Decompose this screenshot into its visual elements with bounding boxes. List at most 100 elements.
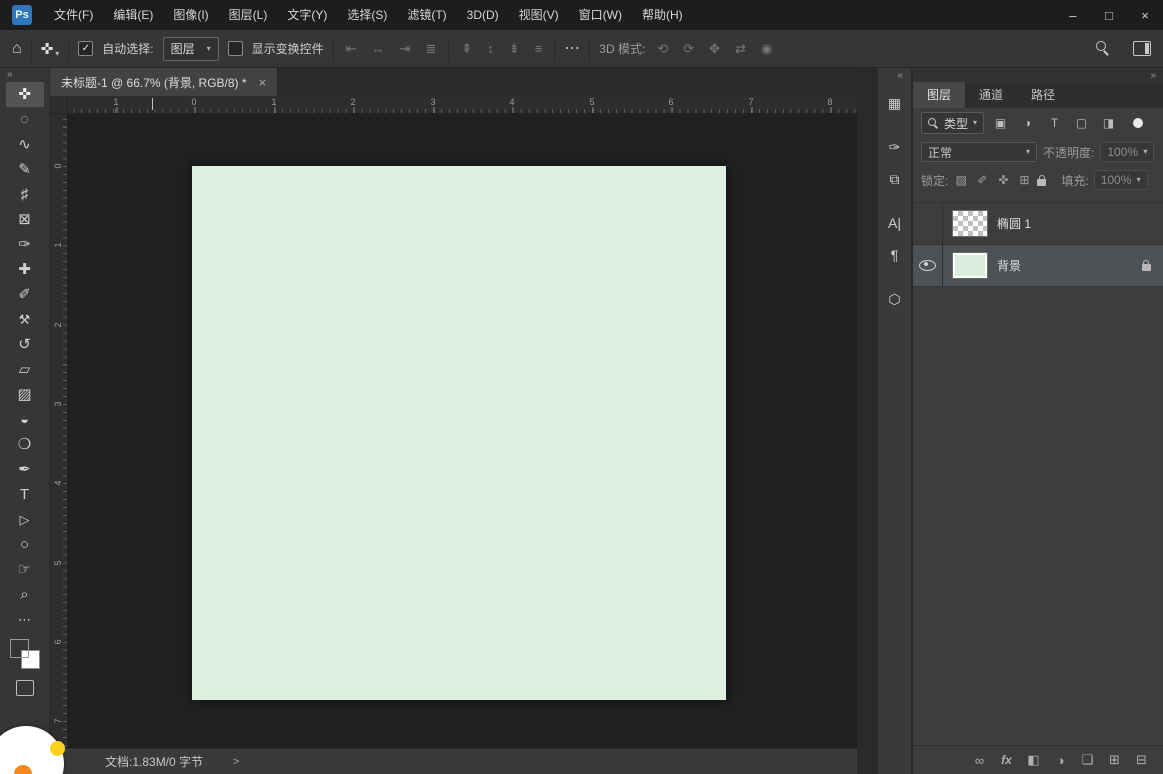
quick-mask-button[interactable]	[16, 680, 34, 696]
maximize-button[interactable]: □	[1091, 0, 1127, 30]
tool-zoom[interactable]: ⌕	[6, 582, 44, 607]
menu-select[interactable]: 选择(S)	[337, 0, 397, 30]
close-button[interactable]: ×	[1127, 0, 1163, 30]
toolbar-collapse-chevron[interactable]: »	[7, 69, 13, 80]
opacity-dropdown[interactable]: 100% ▾	[1100, 142, 1154, 162]
lock-all-icon[interactable]	[1037, 179, 1046, 186]
lock-transparency-icon[interactable]: ▨	[953, 173, 969, 187]
tab-close-icon[interactable]: ×	[259, 75, 267, 90]
tool-preset-picker[interactable]: ✜ ▾	[41, 40, 60, 58]
canvas[interactable]	[192, 166, 726, 700]
filter-smart-objects-icon[interactable]: ◨	[1098, 113, 1119, 133]
new-layer-button[interactable]: ⊞	[1103, 752, 1126, 768]
tool-marquee[interactable]: ◌	[6, 107, 44, 132]
tab-paths[interactable]: 路径	[1017, 82, 1069, 108]
expand-panels-chevron[interactable]: «	[897, 70, 903, 81]
mode3d-pan-icon[interactable]: ✥	[706, 41, 723, 57]
filter-toggle[interactable]	[1133, 118, 1143, 128]
add-mask-button[interactable]: ◧	[1022, 752, 1045, 768]
tool-dodge[interactable]: ❍	[6, 432, 44, 457]
align-h-centers-icon[interactable]: ↔	[369, 41, 388, 56]
tool-quick-selection[interactable]: ✎	[6, 157, 44, 182]
mode3d-camera-icon[interactable]: ◉	[758, 41, 775, 57]
mode3d-roll-icon[interactable]: ⟳	[680, 41, 697, 57]
more-options-icon[interactable]: ⋯	[564, 41, 580, 57]
mode3d-slide-icon[interactable]: ⇄	[732, 41, 749, 57]
show-transform-checkbox[interactable]	[228, 41, 243, 56]
filter-adjustment-layers-icon[interactable]: ◑	[1017, 113, 1038, 133]
foreground-color-swatch[interactable]	[10, 639, 29, 658]
tab-layers[interactable]: 图层	[913, 82, 965, 108]
menu-type[interactable]: 文字(Y)	[277, 0, 337, 30]
menu-view[interactable]: 视图(V)	[509, 0, 569, 30]
blend-mode-dropdown[interactable]: 正常 ▾	[921, 142, 1037, 162]
align-bottom-edges-icon[interactable]: ⇟	[506, 41, 523, 57]
tool-frame[interactable]: ⊠	[6, 207, 44, 232]
auto-select-dropdown[interactable]: 图层 ▾	[163, 37, 219, 61]
align-left-edges-icon[interactable]: ⇤	[343, 41, 360, 57]
layer-thumbnail[interactable]	[952, 252, 988, 279]
menu-layer[interactable]: 图层(L)	[219, 0, 278, 30]
tool-type[interactable]: T	[6, 482, 44, 507]
visibility-toggle[interactable]	[913, 203, 943, 244]
tool-eraser[interactable]: ▱	[6, 357, 44, 382]
menu-help[interactable]: 帮助(H)	[632, 0, 693, 30]
tool-pen[interactable]: ✒	[6, 457, 44, 482]
adjustment-layer-button[interactable]: ◑	[1049, 753, 1072, 768]
align-right-edges-icon[interactable]: ⇥	[397, 41, 414, 57]
auto-select-checkbox[interactable]: ✓	[78, 41, 93, 56]
horizontal-ruler[interactable]: 1 0 1 2 3 4 5 6 7 8	[68, 96, 857, 114]
collapse-panels-chevron[interactable]: »	[1150, 70, 1156, 81]
filter-type-dropdown[interactable]: 类型 ▾	[921, 112, 984, 134]
home-icon[interactable]: ⌂	[12, 41, 22, 57]
brush-settings-panel-icon[interactable]: ✑	[881, 134, 909, 160]
layer-row-ellipse-1[interactable]: 椭圆 1	[913, 203, 1163, 245]
tool-move[interactable]: ✜	[6, 82, 44, 107]
menu-image[interactable]: 图像(I)	[163, 0, 218, 30]
align-top-edges-icon[interactable]: ⇞	[458, 41, 475, 57]
filter-shape-layers-icon[interactable]: ▢	[1071, 113, 1092, 133]
distribute-v-icon[interactable]: ≡	[532, 41, 546, 56]
distribute-h-icon[interactable]: ≣	[422, 41, 439, 57]
document-tab[interactable]: 未标题-1 @ 66.7% (背景, RGB/8) * ×	[50, 68, 278, 96]
tool-path-selection[interactable]: ▷	[6, 507, 44, 532]
layer-thumbnail[interactable]	[952, 210, 988, 237]
link-layers-button[interactable]: ∞	[968, 753, 991, 768]
tool-lasso[interactable]: ∿	[6, 132, 44, 157]
tab-channels[interactable]: 通道	[965, 82, 1017, 108]
align-v-centers-icon[interactable]: ↕	[484, 41, 497, 56]
lock-artboard-icon[interactable]: ⊞	[1016, 173, 1032, 187]
layer-style-button[interactable]: fx	[995, 753, 1018, 767]
tool-shape[interactable]: ○	[6, 532, 44, 557]
tool-hand[interactable]: ☞	[6, 557, 44, 582]
delete-layer-button[interactable]: ⊟	[1130, 752, 1153, 768]
mode3d-orbit-icon[interactable]: ⟲	[654, 41, 671, 57]
workspace-switcher-icon[interactable]	[1133, 41, 1151, 56]
lock-position-icon[interactable]: ✜	[995, 173, 1011, 187]
tool-healing-brush[interactable]: ✚	[6, 257, 44, 282]
histogram-panel-icon[interactable]: ▦	[881, 90, 909, 116]
character-panel-icon[interactable]: A|	[881, 210, 909, 236]
tool-history-brush[interactable]: ↺	[6, 332, 44, 357]
filter-type-layers-icon[interactable]: T	[1044, 113, 1065, 133]
filter-pixel-layers-icon[interactable]: ▣	[990, 113, 1011, 133]
tool-brush[interactable]: ✐	[6, 282, 44, 307]
minimize-button[interactable]: –	[1055, 0, 1091, 30]
fill-dropdown[interactable]: 100% ▾	[1094, 170, 1148, 190]
tool-blur[interactable]: ◒	[6, 407, 44, 432]
paragraph-panel-icon[interactable]: ¶	[881, 242, 909, 268]
visibility-toggle[interactable]	[913, 245, 943, 286]
status-menu-chevron[interactable]: >	[233, 756, 239, 768]
new-group-button[interactable]: ❏	[1076, 752, 1099, 768]
menu-window[interactable]: 窗口(W)	[569, 0, 632, 30]
lock-pixels-icon[interactable]: ✐	[974, 173, 990, 187]
menu-filter[interactable]: 滤镜(T)	[397, 0, 456, 30]
search-icon[interactable]	[1096, 41, 1111, 56]
clone-source-panel-icon[interactable]: ⧉	[881, 166, 909, 192]
ruler-origin-corner[interactable]	[50, 96, 68, 114]
tool-crop[interactable]: ♯	[6, 182, 44, 207]
vertical-ruler[interactable]: 0 1 2 3 4 5 6 7	[50, 114, 68, 748]
menu-3d[interactable]: 3D(D)	[457, 0, 509, 30]
menu-edit[interactable]: 编辑(E)	[103, 0, 163, 30]
tool-clone-stamp[interactable]: ⚒	[6, 307, 44, 332]
